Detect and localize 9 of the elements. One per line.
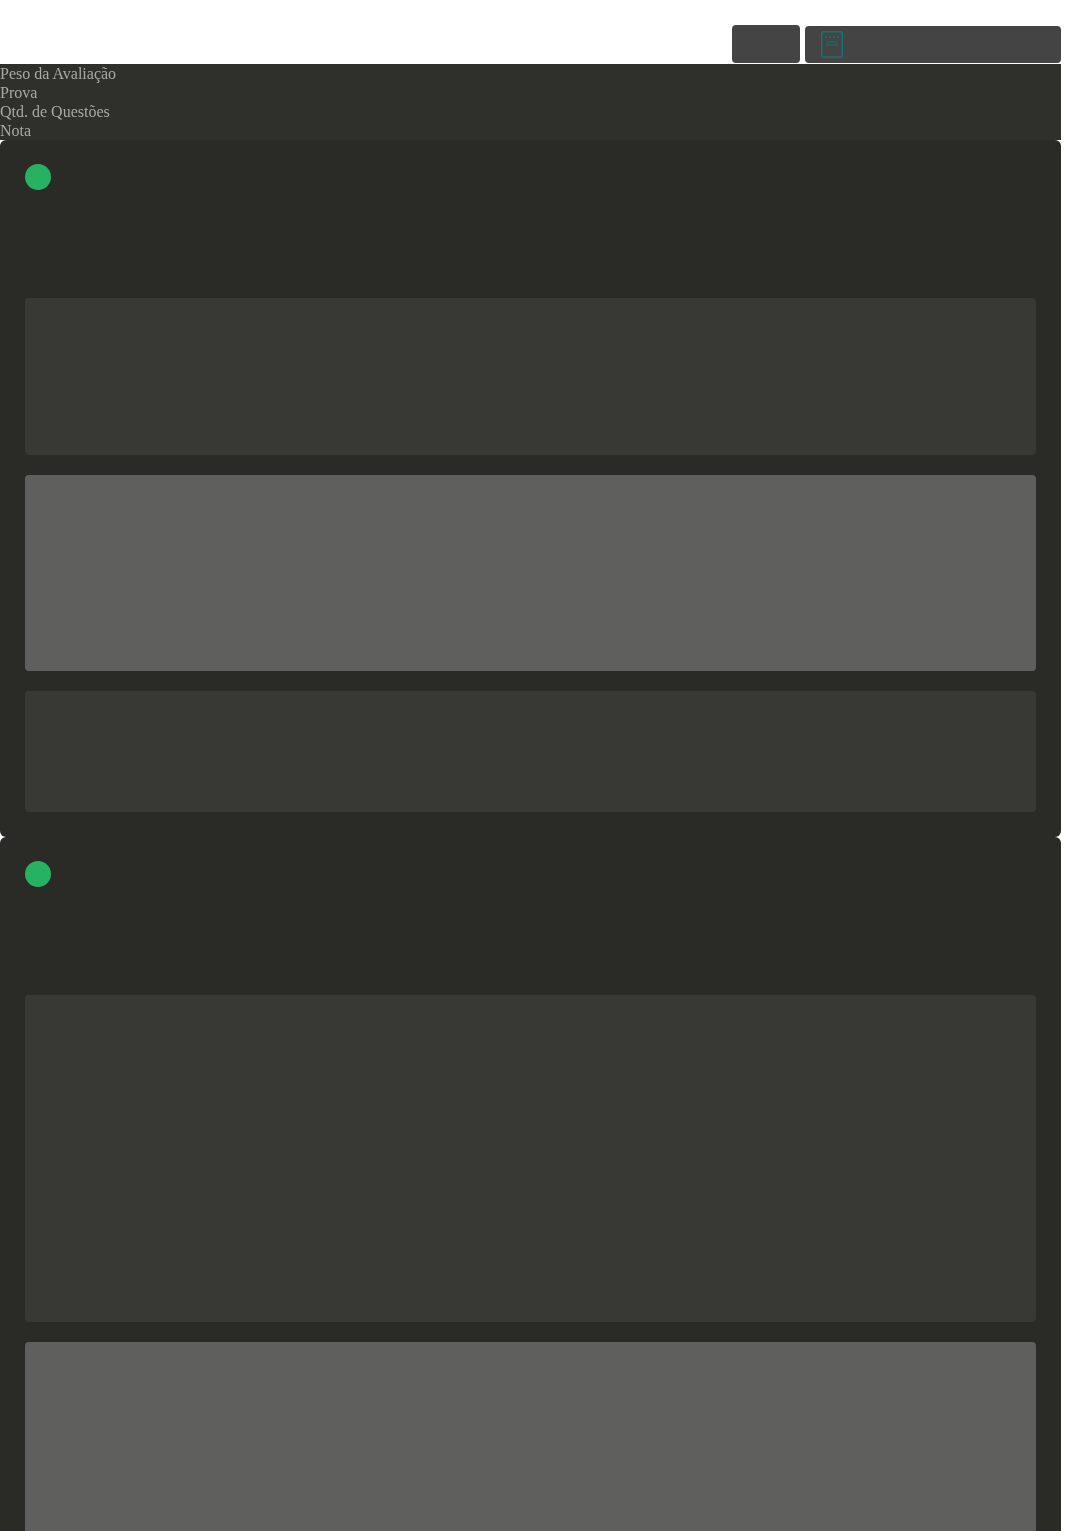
document-button[interactable] [805, 26, 1061, 63]
field-label: Qtd. de Questões [0, 102, 111, 121]
menu-button[interactable] [732, 25, 800, 63]
field-label: Peso da Avaliação [0, 64, 118, 83]
document-icon [821, 31, 843, 58]
status-dot [25, 164, 51, 190]
status-dot [25, 861, 51, 887]
field-label: Prova [0, 83, 39, 102]
field-label: Nota [0, 121, 33, 140]
